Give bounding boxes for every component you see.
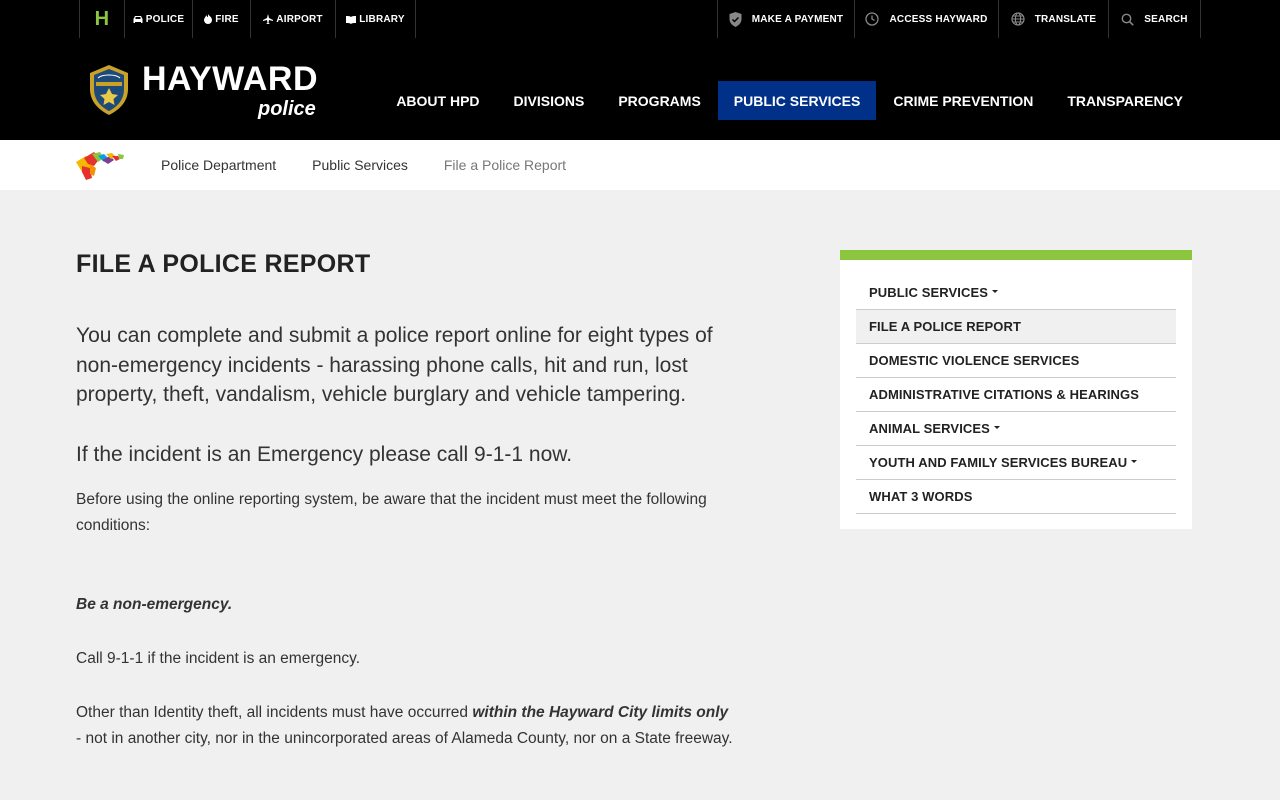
sidebar-item-public-services[interactable]: PUBLIC SERVICES [856,276,1176,310]
sidebar-item-label: DOMESTIC VIOLENCE SERVICES [869,353,1080,368]
utility-link-label: LIBRARY [359,13,405,25]
utility-link-airport[interactable]: AIRPORT [251,0,336,38]
sidebar-item-domestic-violence-services[interactable]: DOMESTIC VIOLENCE SERVICES [856,344,1176,378]
page-title: FILE A POLICE REPORT [76,250,371,278]
breadcrumb-current: File a Police Report [443,157,567,173]
sidebar-item-file-a-police-report[interactable]: FILE A POLICE REPORT [856,310,1176,344]
utility-link-library[interactable]: LIBRARY [336,0,416,38]
sidebar-item-label: YOUTH AND FAMILY SERVICES BUREAU [869,455,1128,470]
jurisdiction-text-end: - not in another city, nor in the uninco… [76,730,733,747]
utility-link-fire[interactable]: FIRE [193,0,251,38]
sidebar-item-label: ADMINISTRATIVE CITATIONS & HEARINGS [869,387,1139,402]
sidebar-item-label: FILE A POLICE REPORT [869,319,1021,334]
main-nav: ABOUT HPD DIVISIONS PROGRAMS PUBLIC SERV… [379,81,1200,120]
police-badge-logo-icon [90,65,128,115]
shield-check-icon [729,11,742,27]
utility-link-translate[interactable]: TRANSLATE [999,0,1109,38]
utility-link-label: SEARCH [1144,13,1188,25]
nav-item-divisions[interactable]: DIVISIONS [497,81,602,120]
city-colorful-logo-icon[interactable] [76,150,126,182]
conditions-intro: Before using the online reporting system… [76,491,707,534]
utility-link-label: POLICE [145,13,185,25]
utility-link-police[interactable]: POLICE [125,0,193,38]
logo-title: HAYWARD [142,60,319,98]
sidebar-menu: PUBLIC SERVICES FILE A POLICE REPORT DOM… [840,250,1192,529]
airplane-icon [263,14,274,24]
breadcrumb-link-public-services[interactable]: Public Services [312,157,408,173]
jurisdiction-text: Other than Identity theft, all incidents… [76,700,736,752]
utility-left-links: H POLICE FIRE AIRPORT LIBRARY [79,0,416,38]
sidebar-item-what-3-words[interactable]: WHAT 3 WORDS [856,480,1176,514]
utility-right-links: MAKE A PAYMENT ACCESS HAYWARD TRANSLATE … [717,0,1201,38]
sidebar-item-youth-family-services[interactable]: YOUTH AND FAMILY SERVICES BUREAU [856,446,1176,480]
utility-link-label: AIRPORT [276,13,323,25]
breadcrumb-items: Police Department Public Services File a… [161,140,566,190]
utility-link-search[interactable]: SEARCH [1109,0,1201,38]
lead-paragraph: You can complete and submit a police rep… [76,324,713,406]
jurisdiction-emphasis: within the Hayward City limits only [472,704,729,721]
flame-icon [204,14,213,24]
jurisdiction-text-start: Other than Identity theft, all incidents… [76,704,473,721]
car-icon [133,15,143,24]
caret-down-icon [993,426,1000,429]
main-content-area: FILE A POLICE REPORT You can complete an… [0,190,1280,800]
condition-heading: Be a non-emergency. [76,596,233,613]
nav-item-about-hpd[interactable]: ABOUT HPD [379,81,496,120]
caret-down-icon [992,290,999,293]
nav-item-programs[interactable]: PROGRAMS [601,81,717,120]
caret-down-icon [1131,460,1138,463]
sidebar-item-administrative-citations[interactable]: ADMINISTRATIVE CITATIONS & HEARINGS [856,378,1176,412]
city-home-logo-icon: H [94,7,110,30]
emergency-notice: If the incident is an Emergency please c… [76,442,573,466]
utility-link-make-payment[interactable]: MAKE A PAYMENT [717,0,855,38]
breadcrumb: Police Department Public Services File a… [0,140,1280,190]
sidebar-item-label: WHAT 3 WORDS [869,489,973,504]
utility-bar: H POLICE FIRE AIRPORT LIBRARY MAKE A PAY… [0,0,1280,38]
search-icon [1121,13,1135,26]
logo-subtitle: police [258,98,316,120]
sidebar-item-animal-services[interactable]: ANIMAL SERVICES [856,412,1176,446]
book-icon [346,15,357,24]
sidebar-item-label: PUBLIC SERVICES [869,285,989,300]
clock-icon [865,12,880,26]
breadcrumb-link-police-department[interactable]: Police Department [161,157,276,173]
utility-link-label: MAKE A PAYMENT [751,13,844,25]
utility-link-label: ACCESS HAYWARD [889,13,988,25]
utility-link-label: FIRE [215,13,239,25]
utility-link-label: TRANSLATE [1034,13,1097,25]
article: FILE A POLICE REPORT You can complete an… [76,250,736,752]
globe-icon [1011,12,1025,26]
site-header: HAYWARD police ABOUT HPD DIVISIONS PROGR… [0,38,1280,140]
nav-item-transparency[interactable]: TRANSPARENCY [1050,81,1200,120]
condition-text: Call 9-1-1 if the incident is an emergen… [76,650,361,667]
utility-link-access-hayward[interactable]: ACCESS HAYWARD [855,0,999,38]
nav-item-public-services[interactable]: PUBLIC SERVICES [717,81,877,120]
city-home-link[interactable]: H [79,0,125,38]
nav-item-crime-prevention[interactable]: CRIME PREVENTION [876,81,1050,120]
sidebar-item-label: ANIMAL SERVICES [869,421,990,436]
